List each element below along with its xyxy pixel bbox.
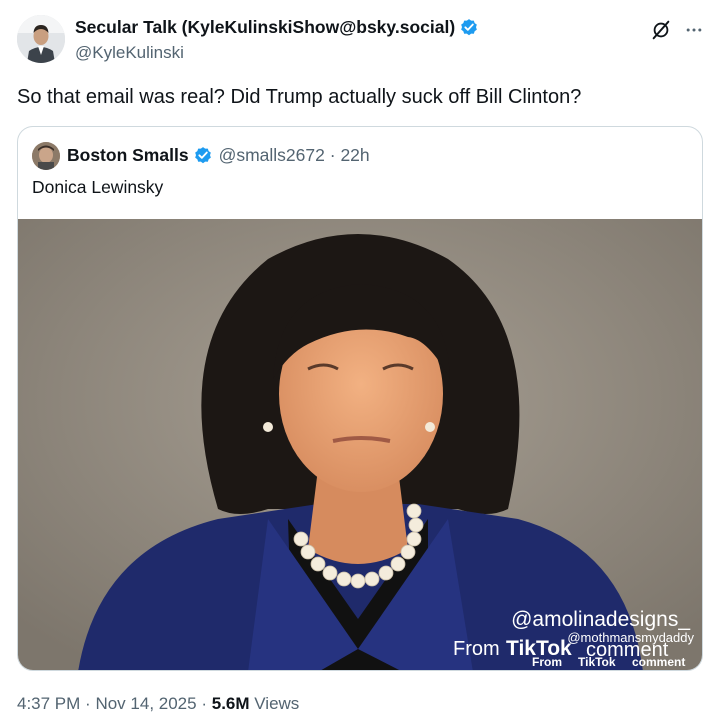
author-avatar[interactable]	[17, 15, 65, 63]
quote-author-avatar-image	[32, 142, 60, 170]
grok-icon[interactable]	[650, 19, 672, 41]
more-icon[interactable]	[684, 20, 704, 40]
tweet-text: So that email was real? Did Trump actual…	[17, 86, 582, 108]
quote-author-name[interactable]: Boston Smalls	[67, 145, 189, 165]
views-count: 5.6M	[211, 694, 250, 713]
post-time[interactable]: 4:37 PM	[17, 694, 80, 713]
quote-author-handle[interactable]: @smalls2672	[219, 145, 325, 165]
quote-header: Boston Smalls @smalls2672 · 22h	[67, 145, 370, 166]
author-name-text: Secular Talk (KyleKulinskiShow@bsky.soci…	[75, 17, 456, 37]
quote-separator: ·	[329, 145, 336, 165]
verified-badge-icon	[194, 147, 211, 164]
quote-author-avatar[interactable]	[32, 142, 60, 170]
footer-separator-2: ·	[201, 694, 207, 713]
media-small-comment: comment	[632, 655, 685, 669]
media-watermark-from: From	[453, 638, 500, 660]
quote-time-ago[interactable]: 22h	[340, 145, 369, 165]
media-small-tiktok: TikTok	[578, 655, 616, 669]
verified-badge-icon	[461, 19, 477, 36]
media-watermark-handle: @amolinadesigns_	[511, 608, 690, 631]
footer-separator-1: ·	[85, 694, 91, 713]
media-comment-handle: @mothmansmydaddy	[567, 630, 694, 645]
views-label: Views	[254, 694, 300, 713]
post-date[interactable]: Nov 14, 2025	[95, 694, 196, 713]
quote-media-image[interactable]: @amolinadesigns_ From TikTok comment @mo…	[18, 219, 703, 671]
media-small-from: From	[532, 655, 562, 669]
author-avatar-image	[17, 15, 65, 63]
quote-text: Donica Lewinsky	[32, 177, 164, 197]
quote-tweet-card[interactable]: Boston Smalls @smalls2672 · 22h Donica L…	[17, 126, 703, 671]
author-name[interactable]: Secular Talk (KyleKulinskiShow@bsky.soci…	[75, 17, 479, 38]
timestamp-row: 4:37 PM · Nov 14, 2025 · 5.6M Views	[17, 694, 299, 714]
author-handle[interactable]: @KyleKulinski	[75, 43, 184, 63]
